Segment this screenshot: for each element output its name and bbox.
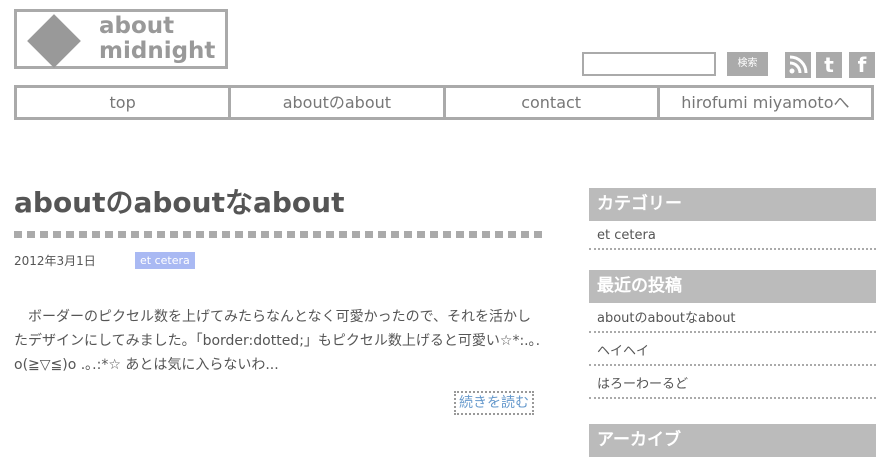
nav-item-hirofumi[interactable]: hirofumi miyamotoへ [660,88,871,117]
read-more-button[interactable]: 続きを読む [454,391,534,415]
sidebar-heading-categories: カテゴリー [589,188,876,221]
post-title[interactable]: aboutのaboutなabout [14,181,344,221]
nav-item-about[interactable]: aboutのabout [231,88,446,117]
search-input[interactable] [582,52,716,76]
search-button[interactable]: 検索 [727,52,768,76]
logo-diamond-icon [27,14,81,68]
post-category-badge[interactable]: et cetera [135,252,195,269]
logo-text-about: about [99,13,175,39]
sidebar-item-recent-post[interactable]: ヘイヘイ [589,338,876,366]
sidebar-item-recent-post[interactable]: aboutのaboutなabout [589,305,876,333]
post-date: 2012年3月1日 [14,254,96,268]
sidebar-item-et-cetera[interactable]: et cetera [589,222,876,250]
sidebar-heading-archives: アーカイブ [589,424,876,457]
nav-item-top[interactable]: top [17,88,232,117]
post-excerpt: ボーダーのピクセル数を上げてみたらなんとなく可愛かったので、それを活かしたデザイ… [14,309,541,373]
post-title-divider [14,231,544,238]
logo-text-midnight: midnight [99,38,216,64]
facebook-icon[interactable]: f [849,52,875,78]
main-nav: top aboutのabout contact hirofumi miyamot… [14,85,874,120]
site-logo[interactable]: about midnight [14,9,228,69]
twitter-icon[interactable]: t [816,52,842,78]
rss-icon[interactable] [785,52,811,78]
sidebar-heading-recent-posts: 最近の投稿 [589,270,876,303]
nav-item-contact[interactable]: contact [446,88,660,117]
rss-icon-graphic [789,55,808,74]
sidebar-item-recent-post[interactable]: はろーわーるど [589,371,876,399]
